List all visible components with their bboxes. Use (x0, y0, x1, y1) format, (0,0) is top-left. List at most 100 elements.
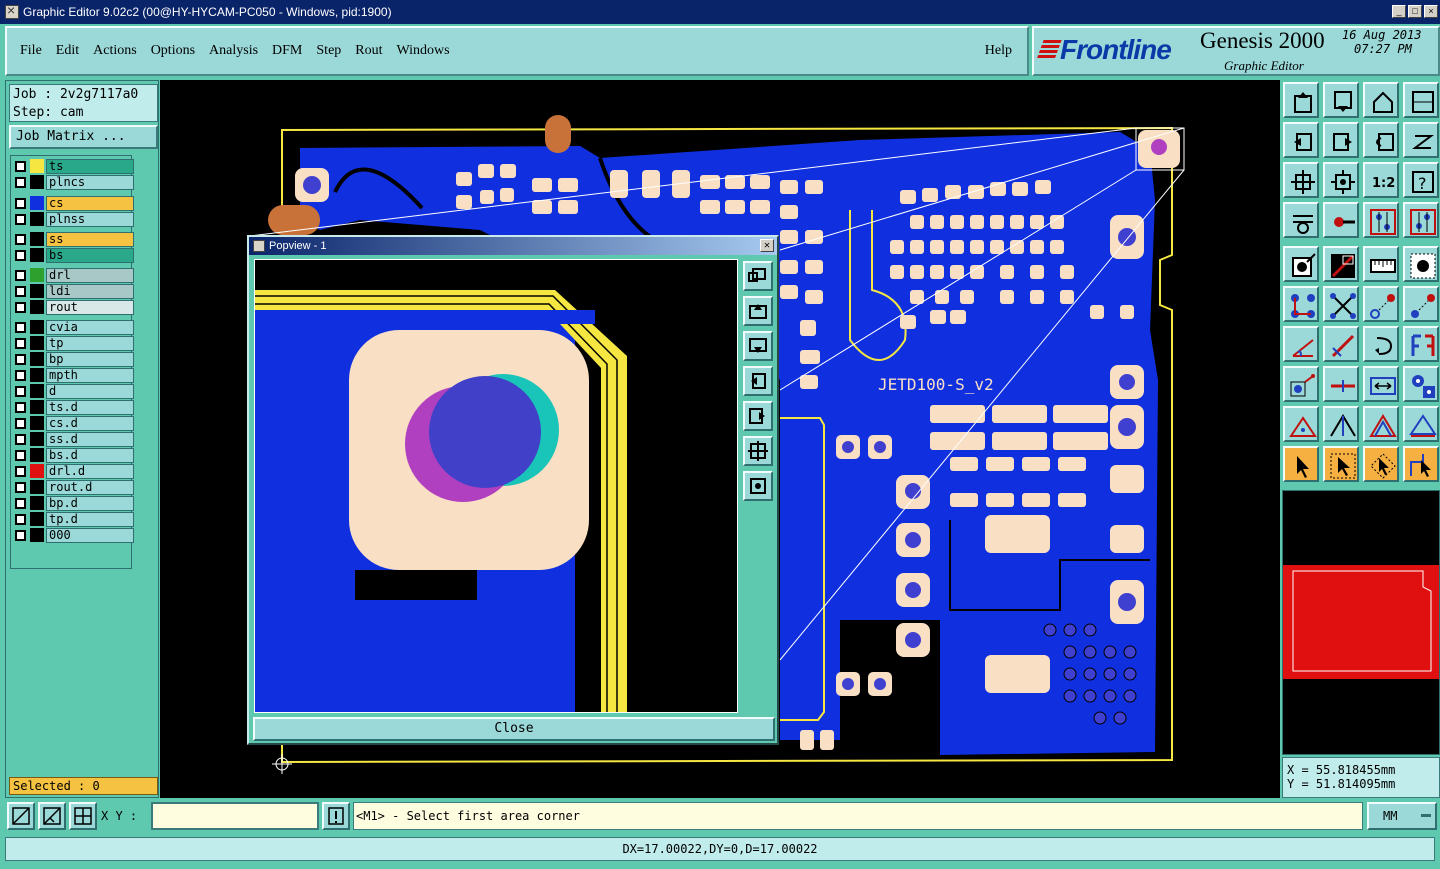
job-matrix-button[interactable]: Job Matrix ... (9, 125, 158, 149)
measure-mode-icon[interactable] (7, 802, 35, 830)
menu-windows[interactable]: Windows (397, 43, 450, 59)
grid-mode-icon[interactable] (69, 802, 97, 830)
view-house-icon[interactable] (1363, 82, 1399, 118)
layer-color-swatch[interactable] (30, 196, 44, 210)
draw-line-icon[interactable] (1323, 326, 1359, 362)
group-shapes-icon[interactable] (1403, 366, 1439, 402)
layer-color-swatch[interactable] (30, 448, 44, 462)
layer-color-swatch[interactable] (30, 320, 44, 334)
layer-row-drl[interactable]: drl (12, 267, 134, 283)
layer-color-swatch[interactable] (30, 159, 44, 173)
popview-close-icon[interactable]: ✕ (760, 239, 774, 252)
layer-checkbox[interactable] (15, 198, 26, 209)
arc-icon[interactable] (1363, 406, 1399, 442)
layer-name[interactable]: drl.d (46, 464, 134, 479)
popview-zoom-out-icon[interactable] (743, 436, 773, 466)
layer-name[interactable]: cs (46, 196, 134, 211)
view-down-icon[interactable] (1323, 82, 1359, 118)
layer-row-cs-d[interactable]: cs.d (12, 415, 134, 431)
angle-line-icon[interactable] (1283, 326, 1319, 362)
layer-checkbox[interactable] (15, 286, 26, 297)
popview-zoom-in-icon[interactable] (743, 471, 773, 501)
view-home-icon[interactable] (1283, 82, 1319, 118)
layer-color-swatch[interactable] (30, 175, 44, 189)
scale-1-2-icon[interactable]: 1:2 (1363, 162, 1399, 198)
layer-row-rout-d[interactable]: rout.d (12, 479, 134, 495)
layer-row-ts[interactable]: ts (12, 158, 134, 174)
maximize-button[interactable]: □ (1408, 5, 1422, 18)
layer-row-bs[interactable]: bs (12, 247, 134, 263)
layer-row-cs[interactable]: cs (12, 195, 134, 211)
layer-checkbox[interactable] (15, 402, 26, 413)
layer-color-swatch[interactable] (30, 480, 44, 494)
layer-checkbox[interactable] (15, 161, 26, 172)
layer-row-plncs[interactable]: plncs (12, 174, 134, 190)
triangle-blue-icon[interactable] (1323, 406, 1359, 442)
popview-pan-down-icon[interactable] (743, 331, 773, 361)
layers-red-icon[interactable] (1363, 202, 1399, 238)
snap-icon[interactable] (1323, 202, 1359, 238)
layer-row-ldi[interactable]: ldi (12, 283, 134, 299)
layer-row-tp-d[interactable]: tp.d (12, 511, 134, 527)
layer-color-swatch[interactable] (30, 336, 44, 350)
move-node-icon[interactable] (1363, 286, 1399, 322)
layer-checkbox[interactable] (15, 386, 26, 397)
layer-name[interactable]: 000 (46, 528, 134, 543)
help-icon[interactable]: ? (1403, 162, 1439, 198)
redraw-icon[interactable] (1403, 122, 1439, 158)
layer-name[interactable]: cs.d (46, 416, 134, 431)
layer-color-swatch[interactable] (30, 284, 44, 298)
layer-row-000[interactable]: 000 (12, 527, 134, 543)
layer-checkbox[interactable] (15, 302, 26, 313)
layer-color-swatch[interactable] (30, 268, 44, 282)
zoom-center-icon[interactable] (1323, 162, 1359, 198)
layer-row-d[interactable]: d (12, 383, 134, 399)
layer-name[interactable]: bs (46, 248, 134, 263)
popview-pan-left-icon[interactable] (743, 366, 773, 396)
surface-icon[interactable] (1323, 246, 1359, 282)
layer-color-swatch[interactable] (30, 232, 44, 246)
execute-icon[interactable] (322, 802, 350, 830)
copy-node-icon[interactable] (1403, 286, 1439, 322)
layer-color-swatch[interactable] (30, 300, 44, 314)
layer-checkbox[interactable] (15, 482, 26, 493)
mirror-icon[interactable] (1403, 326, 1439, 362)
cross-nodes-icon[interactable] (1323, 286, 1359, 322)
layer-color-swatch[interactable] (30, 212, 44, 226)
layer-row-cvia[interactable]: cvia (12, 319, 134, 335)
layer-color-swatch[interactable] (30, 384, 44, 398)
layer-color-swatch[interactable] (30, 368, 44, 382)
xy-input[interactable] (151, 802, 319, 830)
layer-checkbox[interactable] (15, 338, 26, 349)
layer-color-swatch[interactable] (30, 496, 44, 510)
pan-right-icon[interactable] (1323, 122, 1359, 158)
menu-analysis[interactable]: Analysis (209, 43, 258, 59)
menu-options[interactable]: Options (151, 43, 195, 59)
layer-name[interactable]: plncs (46, 175, 134, 190)
layer-row-mpth[interactable]: mpth (12, 367, 134, 383)
layer-checkbox[interactable] (15, 466, 26, 477)
layer-name[interactable]: ss.d (46, 432, 134, 447)
split-line-icon[interactable] (1323, 366, 1359, 402)
menu-help[interactable]: Help (985, 43, 1012, 59)
layer-name[interactable]: bp (46, 352, 134, 367)
layer-name[interactable]: ss (46, 232, 134, 247)
layer-checkbox[interactable] (15, 270, 26, 281)
layer-row-bs-d[interactable]: bs.d (12, 447, 134, 463)
layer-color-swatch[interactable] (30, 512, 44, 526)
layer-row-drl-d[interactable]: drl.d (12, 463, 134, 479)
close-window-button[interactable]: × (1424, 5, 1438, 18)
popview-zoom-icon[interactable] (743, 261, 773, 291)
layer-name[interactable]: ldi (46, 284, 134, 299)
layer-color-swatch[interactable] (30, 352, 44, 366)
popview-pan-right-icon[interactable] (743, 401, 773, 431)
menu-actions[interactable]: Actions (93, 43, 137, 59)
layer-checkbox[interactable] (15, 370, 26, 381)
pad-icon[interactable] (1283, 246, 1319, 282)
select-polygon-icon[interactable] (1363, 446, 1399, 482)
layer-checkbox[interactable] (15, 354, 26, 365)
layer-color-swatch[interactable] (30, 464, 44, 478)
minimize-button[interactable]: _ (1392, 5, 1406, 18)
select-box-icon[interactable] (1323, 446, 1359, 482)
layer-row-ss[interactable]: ss (12, 231, 134, 247)
